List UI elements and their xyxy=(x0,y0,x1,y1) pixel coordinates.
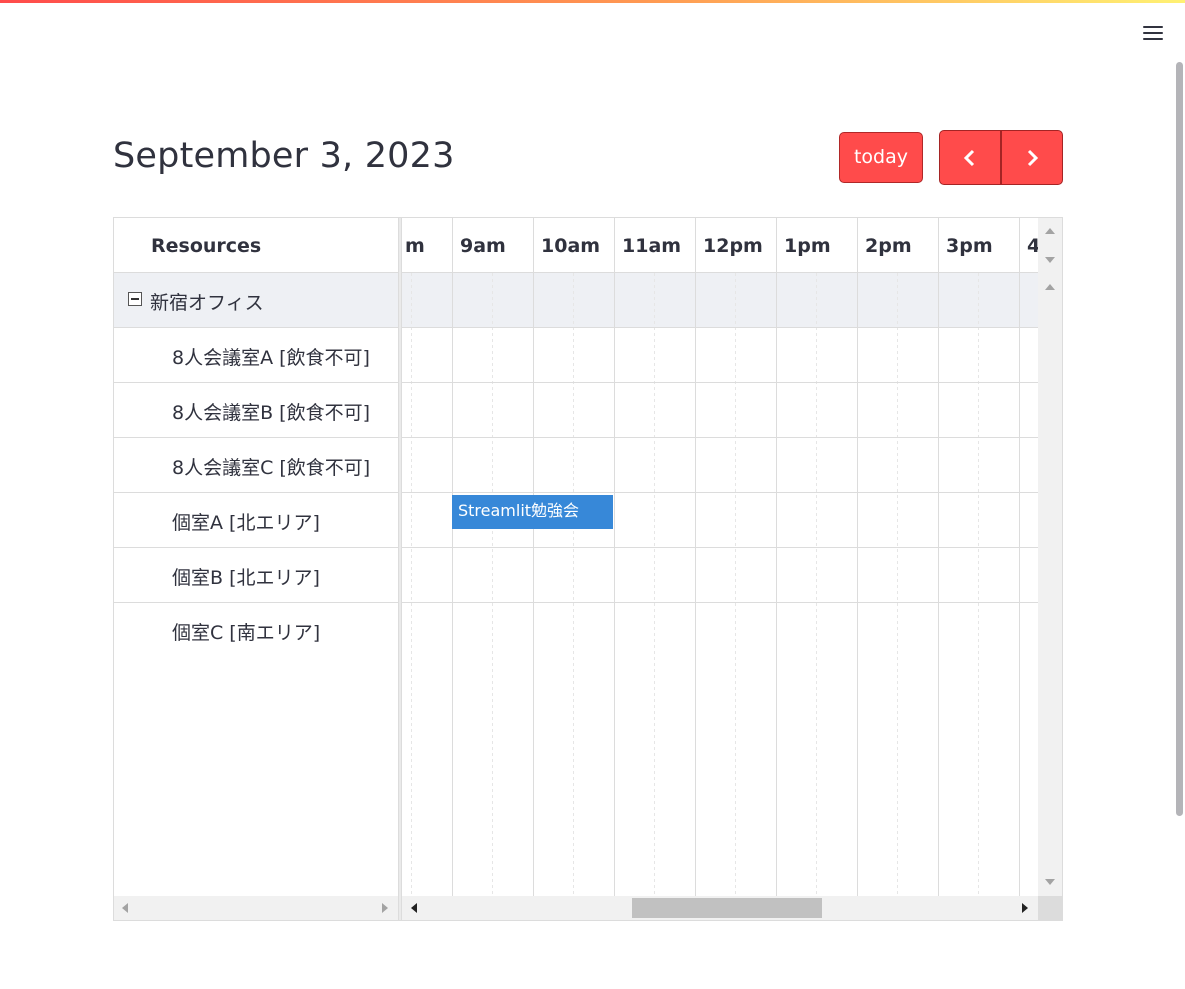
hour-label: 2pm xyxy=(865,235,912,257)
hour-gridline xyxy=(533,218,534,896)
scroll-left-icon[interactable] xyxy=(122,903,128,913)
hour-label: 11am xyxy=(622,235,682,257)
chevron-right-icon xyxy=(1027,149,1039,166)
row-gridline xyxy=(402,547,1038,548)
main-menu-button[interactable] xyxy=(1138,20,1168,46)
row-gridline xyxy=(402,327,1038,328)
scroll-right-icon[interactable] xyxy=(1022,903,1028,913)
page-scrollbar[interactable] xyxy=(1176,62,1183,816)
group-row-band xyxy=(402,273,1038,328)
resource-row: 8人会議室C [飲食不可] xyxy=(114,438,398,493)
hour-gridline xyxy=(1019,218,1020,896)
timeline-grid: m 9am 10am 11am 12pm 1pm 2pm 3pm 4 Streamlit勉強会 xyxy=(402,218,1038,896)
half-hour-gridline xyxy=(978,273,979,896)
scroll-down-icon[interactable] xyxy=(1045,879,1055,885)
resource-row: 個室C [南エリア] xyxy=(114,603,398,658)
half-hour-gridline xyxy=(411,273,412,896)
scrollbar-corner xyxy=(1038,896,1062,920)
hour-gridline xyxy=(695,218,696,896)
today-button[interactable]: today xyxy=(839,132,923,183)
hour-label: 10am xyxy=(541,235,601,257)
row-gridline xyxy=(402,602,1038,603)
resource-column: Resources 新宿オフィス 8人会議室A [飲食不可] 8人会議室B [飲… xyxy=(114,218,398,920)
scroll-right-icon[interactable] xyxy=(382,903,388,913)
hour-gridline xyxy=(857,218,858,896)
next-button[interactable] xyxy=(1001,130,1063,185)
collapse-icon[interactable] xyxy=(128,292,142,306)
resource-timeline: Resources 新宿オフィス 8人会議室A [飲食不可] 8人会議室B [飲… xyxy=(113,217,1063,921)
resource-header-label: Resources xyxy=(151,235,262,257)
resource-label: 8人会議室A [飲食不可] xyxy=(172,347,370,369)
resource-row: 個室B [北エリア] xyxy=(114,548,398,603)
hour-gridline xyxy=(452,218,453,896)
row-gridline xyxy=(402,437,1038,438)
scroll-left-icon[interactable] xyxy=(411,903,417,913)
hour-label: 4 xyxy=(1027,235,1038,257)
resource-row: 8人会議室B [飲食不可] xyxy=(114,383,398,438)
row-gridline xyxy=(402,492,1038,493)
timeline-vertical-scrollbar[interactable] xyxy=(1038,218,1062,896)
prev-button[interactable] xyxy=(939,130,1001,185)
resource-label: 8人会議室C [飲食不可] xyxy=(172,457,371,479)
hour-gridline xyxy=(776,218,777,896)
half-hour-gridline xyxy=(573,273,574,896)
half-hour-gridline xyxy=(654,273,655,896)
hour-label: 3pm xyxy=(946,235,993,257)
half-hour-gridline xyxy=(492,273,493,896)
resource-group-label: 新宿オフィス xyxy=(150,292,264,314)
row-gridline xyxy=(402,382,1038,383)
chevron-left-icon xyxy=(963,149,975,166)
resource-horizontal-scrollbar[interactable] xyxy=(114,896,398,920)
half-hour-gridline xyxy=(816,273,817,896)
hour-label: m xyxy=(405,235,425,257)
calendar-title: September 3, 2023 xyxy=(113,136,455,176)
resource-group-shinjuku: 新宿オフィス xyxy=(114,273,398,328)
scrollbar-thumb[interactable] xyxy=(632,898,822,918)
event-block[interactable]: Streamlit勉強会 xyxy=(452,495,613,529)
half-hour-gridline xyxy=(735,273,736,896)
resource-label: 個室C [南エリア] xyxy=(172,622,321,644)
resource-column-header: Resources xyxy=(114,218,398,273)
scroll-up-icon[interactable] xyxy=(1045,228,1055,234)
hamburger-line xyxy=(1143,32,1163,34)
hour-label: 1pm xyxy=(784,235,831,257)
resource-label: 個室B [北エリア] xyxy=(172,567,320,589)
nav-button-group xyxy=(939,130,1063,185)
resource-row: 8人会議室A [飲食不可] xyxy=(114,328,398,383)
hour-gridline xyxy=(614,218,615,896)
resource-label: 個室A [北エリア] xyxy=(172,512,320,534)
top-decoration-bar xyxy=(0,0,1185,3)
resource-row: 個室A [北エリア] xyxy=(114,493,398,548)
hour-gridline xyxy=(938,218,939,896)
scroll-up-icon[interactable] xyxy=(1045,284,1055,290)
hamburger-line xyxy=(1143,38,1163,40)
half-hour-gridline xyxy=(897,273,898,896)
hamburger-menu-icon xyxy=(1143,26,1163,28)
scroll-down-icon[interactable] xyxy=(1045,257,1055,263)
hour-label: 9am xyxy=(460,235,506,257)
timeline-horizontal-scrollbar[interactable] xyxy=(402,896,1038,920)
hour-label: 12pm xyxy=(703,235,763,257)
resource-label: 8人会議室B [飲食不可] xyxy=(172,402,370,424)
